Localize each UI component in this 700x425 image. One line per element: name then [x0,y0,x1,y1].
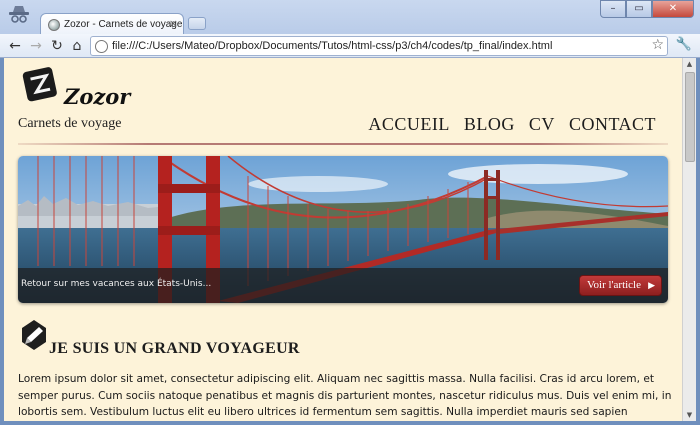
play-arrow-icon: ▶ [648,280,655,290]
forward-button[interactable]: → [27,37,45,55]
main-nav: ACCUEIL BLOG CV CONTACT [368,114,656,135]
browser-tab[interactable]: Zozor - Carnets de voyage × [40,13,184,35]
header-divider [18,143,668,145]
nav-link-contact[interactable]: CONTACT [569,114,656,135]
page-favicon-icon [48,19,60,31]
maximize-button[interactable]: ▭ [626,0,652,18]
minimize-button[interactable]: – [600,0,626,18]
article-title: JE SUIS UN GRAND VOYAGEUR [49,340,300,357]
title-bar: Zozor - Carnets de voyage × – ▭ ✕ [0,0,700,35]
nav-link-accueil[interactable]: ACCUEIL [368,114,450,135]
new-tab-button[interactable] [188,17,206,30]
site-name: Zozor [64,84,131,109]
banner-caption: Retour sur mes vacances aux États-Unis..… [21,279,212,289]
article-pencil-icon [22,320,46,350]
incognito-badge-icon [9,6,29,23]
window-frame-bottom [0,421,700,425]
window-controls: – ▭ ✕ [600,0,694,18]
wrench-menu-icon[interactable]: 🔧 [676,37,692,52]
page-viewport: Zozor Carnets de voyage ACCUEIL BLOG CV … [4,58,682,421]
address-bar[interactable]: file:///C:/Users/Mateo/Dropbox/Documents… [90,36,668,56]
back-button[interactable]: ← [6,37,24,55]
scroll-up-icon[interactable]: ▲ [683,58,696,70]
nav-link-cv[interactable]: CV [529,114,555,135]
view-article-button[interactable]: Voir l'article ▶ [578,275,662,296]
tab-close-icon[interactable]: × [169,17,178,30]
zozor-logo-icon [22,67,57,102]
reload-button[interactable]: ↻ [48,37,66,55]
browser-toolbar: ← → ↻ ⌂ file:///C:/Users/Mateo/Dropbox/D… [0,34,700,58]
tab-title: Zozor - Carnets de voyage [64,19,183,30]
scroll-thumb[interactable] [685,72,695,162]
view-article-label: Voir l'article [586,279,641,291]
vertical-scrollbar[interactable]: ▲ ▼ [682,58,696,421]
scroll-down-icon[interactable]: ▼ [683,409,696,421]
article-body: Lorem ipsum dolor sit amet, consectetur … [18,373,672,418]
browser-chrome: Zozor - Carnets de voyage × – ▭ ✕ ← → ↻ … [0,0,700,58]
page-info-icon[interactable] [95,40,108,53]
close-window-button[interactable]: ✕ [652,0,694,18]
banner-overlay: Retour sur mes vacances aux États-Unis..… [18,268,668,303]
home-button[interactable]: ⌂ [68,37,86,55]
nav-link-blog[interactable]: BLOG [464,114,515,135]
bookmark-star-icon[interactable]: ☆ [651,37,664,53]
site-tagline: Carnets de voyage [18,116,122,131]
url-text[interactable]: file:///C:/Users/Mateo/Dropbox/Documents… [112,40,552,52]
hero-banner: Retour sur mes vacances aux États-Unis..… [18,156,668,303]
